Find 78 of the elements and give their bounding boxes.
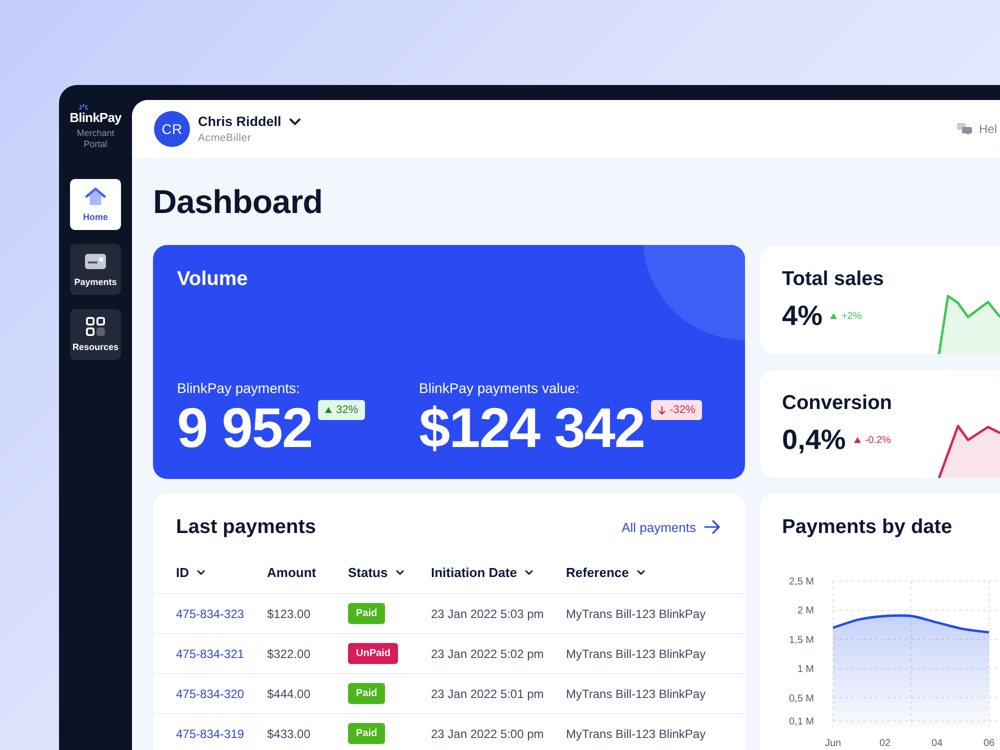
payment-id-link[interactable]: 475-834-323: [176, 606, 244, 620]
y-axis-label: 2,5 M: [788, 576, 814, 588]
chevron-down-icon: [289, 118, 302, 126]
payment-amount: $444.00: [267, 686, 310, 700]
triangle-up-icon: [325, 407, 332, 413]
y-axis-label: 2 M: [797, 606, 814, 617]
house-icon: [85, 187, 106, 206]
all-payments-link[interactable]: All payments: [622, 520, 720, 534]
payment-id-link[interactable]: 475-834-320: [176, 686, 244, 700]
nav-item[interactable]: Resources: [70, 309, 121, 360]
sparkline: [938, 422, 1000, 478]
x-axis-label: 06: [983, 738, 995, 749]
arrow-down-icon: [658, 406, 666, 414]
payment-id-link[interactable]: 475-834-319: [176, 726, 244, 740]
x-axis-label: 02: [879, 738, 891, 749]
metric-value: 0,4%: [782, 424, 846, 456]
metric-change: -0.2%: [864, 434, 891, 446]
stat-value: $124 342: [419, 400, 645, 456]
portal-subtitle: Merchant Portal: [76, 128, 116, 150]
y-axis-label: 1,5 M: [788, 634, 814, 646]
card-title: Last payments: [176, 515, 316, 539]
nav-item[interactable]: Home: [70, 179, 121, 230]
change-percent: 32%: [336, 404, 358, 416]
sparkle-icon: [78, 104, 88, 111]
page-title: Dashboard: [153, 182, 323, 222]
y-axis-label: 1 M: [797, 664, 814, 676]
nav-item[interactable]: Payments: [70, 244, 121, 295]
status-badge: Paid: [348, 723, 386, 744]
metric-change: +2%: [841, 310, 862, 322]
chevron-down-icon: [524, 570, 533, 575]
x-axis-label: Jun: [824, 738, 842, 749]
chat-bubbles-icon: [956, 123, 972, 135]
x-axis-label: 04: [931, 738, 943, 749]
payment-reference: MyTrans Bill-123 BlinkPay: [566, 606, 706, 620]
column-header: Amount: [267, 565, 316, 580]
column-sort-button[interactable]: Status: [348, 565, 404, 580]
column-sort-button[interactable]: Reference: [566, 565, 645, 580]
y-axis-label: 0,5 M: [788, 693, 814, 704]
payment-reference: MyTrans Bill-123 BlinkPay: [566, 726, 706, 740]
payment-id-link[interactable]: 475-834-321: [176, 646, 244, 660]
payment-date: 23 Jan 2022 5:01 pm: [431, 686, 544, 700]
change-percent: -32%: [670, 404, 696, 416]
triangle-up-icon: [830, 313, 838, 319]
metric-value: 4%: [782, 300, 822, 332]
chevron-down-icon: [636, 570, 645, 575]
card-title: Volume: [177, 267, 248, 291]
metric-title: Total sales: [782, 267, 884, 291]
user-menu-button[interactable]: Chris Riddell: [198, 113, 302, 130]
chart-title: Payments by date: [782, 515, 952, 539]
card-icon: [85, 252, 106, 271]
payment-date: 23 Jan 2022 5:03 pm: [431, 606, 544, 620]
sparkline: [938, 294, 1000, 354]
status-badge: Paid: [348, 683, 386, 704]
column-sort-button[interactable]: Initiation Date: [431, 565, 533, 580]
arrow-right-icon: [704, 520, 720, 534]
stat-label: BlinkPay payments:: [177, 379, 300, 397]
metric-title: Conversion: [782, 391, 892, 415]
payment-amount: $322.00: [267, 646, 310, 660]
company-name: AcmeBiller: [198, 132, 252, 145]
payment-reference: MyTrans Bill-123 BlinkPay: [566, 686, 706, 700]
help-button[interactable]: Hel: [956, 122, 997, 136]
stat-label: BlinkPay payments value:: [419, 379, 580, 397]
payment-amount: $433.00: [267, 726, 310, 740]
triangle-up-icon: [854, 437, 861, 443]
logo-text: BlinkPay: [70, 110, 122, 125]
payment-date: 23 Jan 2022 5:02 pm: [431, 646, 544, 660]
chevron-down-icon: [197, 570, 205, 575]
payment-date: 23 Jan 2022 5:00 pm: [431, 726, 544, 740]
payment-amount: $123.00: [267, 606, 310, 620]
stat-value: 9 952: [177, 400, 312, 456]
chevron-down-icon: [396, 570, 404, 575]
y-axis-label: 0,1 M: [788, 716, 814, 728]
grid-icon: [85, 317, 106, 336]
status-badge: Paid: [348, 603, 386, 624]
status-badge: UnPaid: [348, 643, 398, 664]
user-avatar: CR: [154, 111, 190, 147]
payment-reference: MyTrans Bill-123 BlinkPay: [566, 646, 706, 660]
column-sort-button[interactable]: ID: [176, 565, 205, 580]
